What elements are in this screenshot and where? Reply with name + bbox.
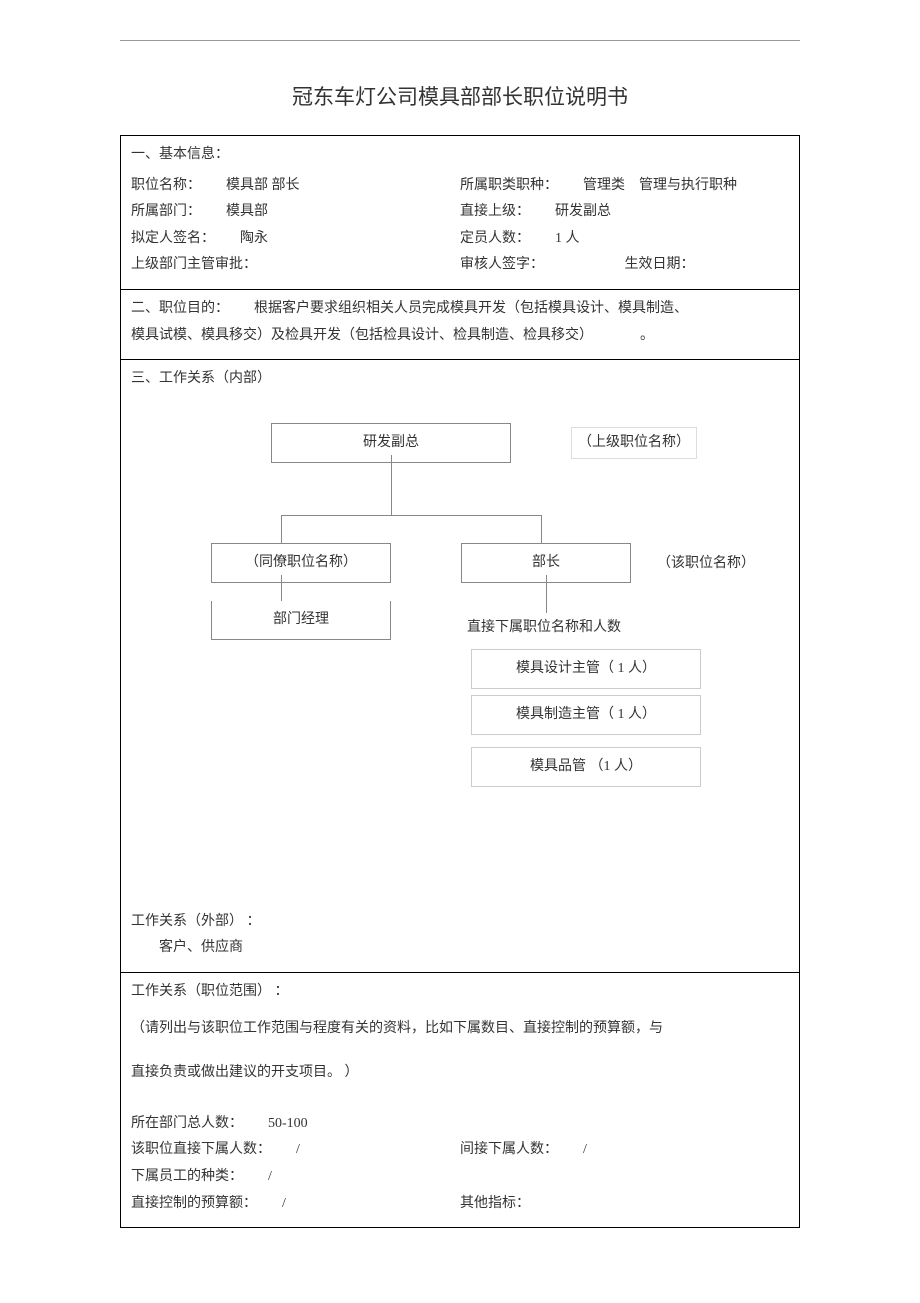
section2-body2: 模具试模、模具移交）及检具开发（包括检具设计、检具制造、检具移交） xyxy=(131,328,593,343)
section2-period: 。 xyxy=(640,328,654,343)
jobclass-value: 管理类 管理与执行职种 xyxy=(583,178,737,193)
approver-label: 上级部门主管审批： xyxy=(131,257,257,272)
dept-label: 所属部门： xyxy=(131,204,201,219)
section2-heading: 二、职位目的： xyxy=(131,301,229,316)
section2-body: 根据客户要求组织相关人员完成模具开发（包括模具设计、模具制造、 xyxy=(254,301,688,316)
other-metric-label: 其他指标： xyxy=(460,1196,530,1211)
scope-note1: （请列出与该职位工作范围与程度有关的资料，比如下属数目、直接控制的预算额，与 xyxy=(131,1016,789,1043)
signer-label: 拟定人签名： xyxy=(131,231,215,246)
indirect-sub-value: / xyxy=(583,1142,587,1157)
header-divider xyxy=(120,40,800,41)
subtype-value: / xyxy=(268,1169,272,1184)
external-body: 客户、供应商 xyxy=(131,935,789,962)
org-peer-sub-label: 部门经理 xyxy=(273,612,329,627)
org-peer-sub: 部门经理 xyxy=(211,601,391,641)
dept-total-value: 50-100 xyxy=(268,1116,308,1131)
dept-total-label: 所在部门总人数： xyxy=(131,1116,243,1131)
budget-label: 直接控制的预算额： xyxy=(131,1196,257,1211)
org-peer-label: （同僚职位名称） xyxy=(245,555,357,570)
job-spec-table: 一、基本信息： 职位名称： 模具部 部长 所属职类职种： 管理类 管理与执行职种 xyxy=(120,135,800,1228)
direct-sub-label: 该职位直接下属人数： xyxy=(131,1142,271,1157)
direct-sub-value: / xyxy=(296,1142,300,1157)
org-sub-1: 模具设计主管（ 1 人） xyxy=(471,649,701,690)
position-value: 模具部 部长 xyxy=(226,178,300,193)
effective-label: 生效日期： xyxy=(625,252,790,279)
headcount-value: 1 人 xyxy=(555,231,580,246)
section-basic-info: 一、基本信息： 职位名称： 模具部 部长 所属职类职种： 管理类 管理与执行职种 xyxy=(121,136,799,289)
headcount-label: 定员人数： xyxy=(460,231,530,246)
superior-label: 直接上级： xyxy=(460,204,530,219)
org-chart: 研发副总 （上级职位名称） （同僚职位名称） xyxy=(131,403,789,903)
document-title: 冠东车灯公司模具部部长职位说明书 xyxy=(120,81,800,111)
jobclass-label: 所属职类职种： xyxy=(460,178,558,193)
org-position-note: （该职位名称） xyxy=(651,549,761,580)
reviewer-label: 审核人签字： xyxy=(460,252,625,279)
position-label: 职位名称： xyxy=(131,178,201,193)
indirect-sub-label: 间接下属人数： xyxy=(460,1142,558,1157)
external-heading: 工作关系（外部） ： xyxy=(131,909,789,936)
subtype-label: 下属员工的种类： xyxy=(131,1169,243,1184)
scope-note2: 直接负责或做出建议的开支项目。 ） xyxy=(131,1060,789,1087)
org-peer-box: （同僚职位名称） xyxy=(211,543,391,584)
scope-heading: 工作关系（职位范围） ： xyxy=(131,979,789,1006)
section1-heading: 一、基本信息： xyxy=(131,142,789,169)
org-top-note: （上级职位名称） xyxy=(571,427,697,460)
section-relations: 三、工作关系（内部） 研发副总 （上级职位名称） xyxy=(121,360,799,972)
superior-value: 研发副总 xyxy=(555,204,611,219)
section-scope: 工作关系（职位范围） ： （请列出与该职位工作范围与程度有关的资料，比如下属数目… xyxy=(121,972,799,1227)
external-relations: 工作关系（外部） ： 客户、供应商 xyxy=(131,909,789,962)
section3-heading: 三、工作关系（内部） xyxy=(131,366,789,393)
section-purpose: 二、职位目的： 根据客户要求组织相关人员完成模具开发（包括模具设计、模具制造、 … xyxy=(121,290,799,359)
org-top-label: 研发副总 xyxy=(363,435,419,450)
dept-value: 模具部 xyxy=(226,204,268,219)
signer-value: 陶永 xyxy=(240,231,268,246)
budget-value: / xyxy=(282,1196,286,1211)
org-position-label: 部长 xyxy=(532,555,560,570)
org-sub-heading: 直接下属职位名称和人数 xyxy=(461,613,627,644)
org-sub-2: 模具制造主管（ 1 人） xyxy=(471,695,701,736)
org-sub-3: 模具品管 （1 人） xyxy=(471,747,701,788)
